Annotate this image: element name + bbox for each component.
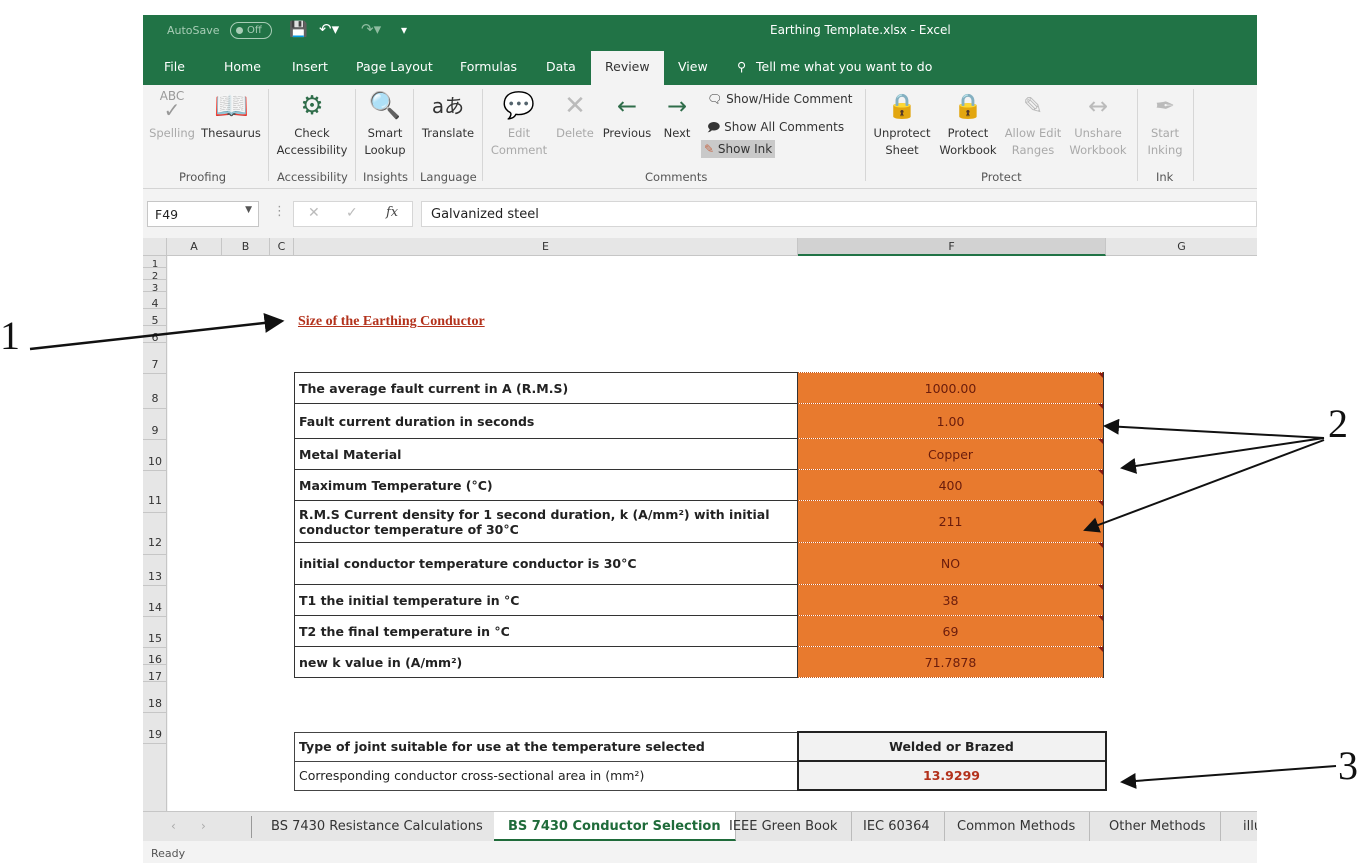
annotation-arrow-2a xyxy=(1103,418,1325,439)
annotation-arrow-2c xyxy=(1083,439,1325,533)
annotation-arrow-2b xyxy=(1120,437,1325,474)
annotated-screenshot: AutoSave Off 💾 ↶▾ ↷▾ ▾ Earthing Template… xyxy=(0,0,1361,863)
annotation-arrows xyxy=(29,312,1337,789)
annotation-arrow-1 xyxy=(29,312,285,351)
annotation-arrow-3 xyxy=(1120,765,1337,789)
